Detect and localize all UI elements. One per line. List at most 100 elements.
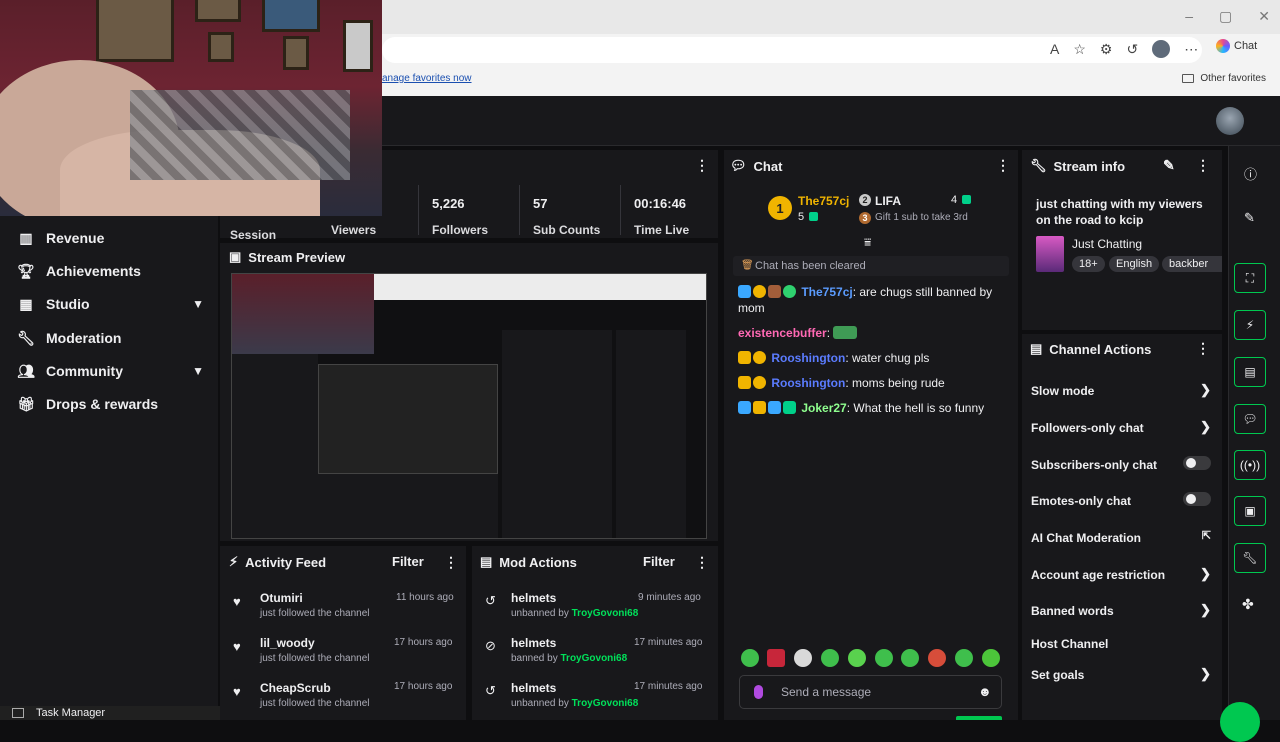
preview-nested <box>318 364 498 474</box>
emote-icon[interactable] <box>875 649 893 667</box>
activity-filter-button[interactable]: Filter <box>392 554 424 569</box>
chat-send-button[interactable] <box>956 716 1002 720</box>
mod-item-name[interactable]: helmets <box>511 681 556 695</box>
banned-words-row[interactable]: Banned words ❯ <box>1031 602 1211 618</box>
emote-icon[interactable] <box>901 649 919 667</box>
bolt-icon[interactable]: ⚡︎ <box>1234 310 1266 340</box>
collapse-icon[interactable]: ⩸ <box>864 235 871 250</box>
chat-input[interactable]: Send a message ☻ <box>739 675 1002 709</box>
stream-info-more-icon[interactable]: ⋮ <box>1196 157 1210 174</box>
activity-item-sub: just followed the channel <box>260 653 370 664</box>
stream-tag[interactable]: 18+ <box>1072 256 1105 272</box>
activity-more-icon[interactable]: ⋮ <box>444 554 458 571</box>
mod-actions-panel <box>472 546 718 720</box>
gift-icon <box>783 401 796 414</box>
mod-more-icon[interactable]: ⋮ <box>695 554 709 571</box>
close-icon[interactable]: ✕ <box>1258 8 1270 25</box>
user-avatar[interactable] <box>1216 107 1244 135</box>
emote-icon[interactable] <box>821 649 839 667</box>
ai-moderation-row[interactable]: AI Chat Moderation ⇱ <box>1031 530 1211 545</box>
set-goals-row[interactable]: Set goals ❯ <box>1031 666 1211 682</box>
emoji-icon[interactable]: ☻ <box>978 684 992 699</box>
sidebar-item-studio[interactable]: ▦ Studio ▼ <box>18 296 204 313</box>
emote-icon[interactable] <box>741 649 759 667</box>
activity-feed-title: ⚡︎ Activity Feed <box>229 554 327 570</box>
emotes-only-toggle[interactable] <box>1183 492 1211 506</box>
host-channel-row[interactable]: Host Channel <box>1031 637 1211 651</box>
emote-icon[interactable] <box>767 649 785 667</box>
chat-message: Rooshington: water chug pls <box>738 350 1008 366</box>
slow-mode-row[interactable]: Slow mode ❯ <box>1031 382 1211 398</box>
more-icon[interactable]: ⋯ <box>1184 41 1198 58</box>
sidebar-item-moderation[interactable]: 🔧︎ Moderation <box>17 329 204 347</box>
stream-preview-video[interactable] <box>231 273 707 539</box>
stream-category[interactable]: Just Chatting <box>1072 237 1142 251</box>
chat-username[interactable]: Joker27 <box>801 401 846 415</box>
chat-bubble-icon[interactable]: 💬︎ <box>1234 404 1266 434</box>
emote-icon[interactable] <box>848 649 866 667</box>
wrench-icon: 🔧︎ <box>17 329 35 346</box>
minimize-icon[interactable]: – <box>1185 8 1193 25</box>
emote-icon[interactable] <box>955 649 973 667</box>
mod-item-name[interactable]: helmets <box>511 636 556 650</box>
sidebar-item-achievements[interactable]: 🏆︎ Achievements <box>17 263 204 280</box>
leaderboard-second-name[interactable]: LIFA <box>875 194 901 208</box>
maximize-icon[interactable]: ▢ <box>1219 8 1232 25</box>
favorite-star-icon[interactable]: ☆ <box>1073 41 1086 58</box>
leaderboard-first-name[interactable]: The757cj <box>798 194 849 208</box>
mod-filter-button[interactable]: Filter <box>643 554 675 569</box>
microphone-icon[interactable] <box>754 685 763 699</box>
sidebar-item-revenue[interactable]: ▥ Revenue <box>18 229 204 247</box>
chat-username[interactable]: existencebuffer <box>738 326 827 340</box>
sidebar-item-drops-rewards[interactable]: 🎁︎ Drops & rewards <box>17 395 204 413</box>
copilot-chat-button[interactable]: Chat <box>1216 39 1257 53</box>
wrench-icon[interactable]: 🔧︎ <box>1234 543 1266 573</box>
chat-username[interactable]: The757cj <box>801 285 852 299</box>
ad-icon[interactable]: ▣ <box>1234 496 1266 526</box>
history-icon[interactable]: ↺ <box>1126 41 1138 58</box>
stream-tag[interactable]: backber <box>1162 256 1222 272</box>
stream-tag[interactable]: English <box>1109 256 1160 272</box>
preview-webcam <box>232 274 374 354</box>
sidebar-item-community[interactable]: 👥︎ Community ▼ <box>17 363 204 380</box>
read-aloud-icon[interactable]: A <box>1050 41 1059 57</box>
followers-only-row[interactable]: Followers-only chat ❯ <box>1031 419 1211 435</box>
chat-message: The757cj: are chugs still banned by mom <box>738 285 993 315</box>
notes-icon[interactable]: ▤ <box>1234 357 1266 387</box>
gift-prompt[interactable]: Gift 1 sub to take 3rd <box>875 212 968 223</box>
extensions-icon[interactable]: ⚙ <box>1100 41 1113 58</box>
chat-more-icon[interactable]: ⋮ <box>996 157 1010 174</box>
channel-actions-more-icon[interactable]: ⋮ <box>1196 340 1210 357</box>
info-icon[interactable]: ⓘ <box>1244 164 1257 183</box>
chat-message: Rooshington: moms being rude <box>738 375 1008 391</box>
stat-divider <box>418 185 419 235</box>
edit-pencil-icon[interactable]: ✎ <box>1244 210 1255 226</box>
clip-icon[interactable]: ⛶ <box>1234 263 1266 293</box>
chat-username[interactable]: Rooshington <box>771 351 845 365</box>
manage-favorites-link[interactable]: anage favorites now <box>382 73 472 84</box>
gift-icon: 🎁︎ <box>17 395 35 412</box>
broadcast-icon[interactable]: ((•)) <box>1234 450 1266 480</box>
account-age-row[interactable]: Account age restriction ❯ <box>1031 566 1211 582</box>
wall-frame <box>96 0 174 62</box>
activity-item-name[interactable]: CheapScrub <box>260 681 331 695</box>
activity-item-name[interactable]: lil_woody <box>260 636 315 650</box>
stats-more-icon[interactable]: ⋮ <box>695 157 709 174</box>
preview-browser-bar <box>374 274 706 300</box>
extensions-icon[interactable]: ✤ <box>1242 596 1254 613</box>
activity-item-name[interactable]: Otumiri <box>260 591 303 605</box>
help-fab[interactable] <box>1220 702 1260 742</box>
subscribers-only-toggle[interactable] <box>1183 456 1211 470</box>
edit-pencil-icon[interactable]: ✎ <box>1163 157 1175 174</box>
category-boxart[interactable] <box>1036 236 1064 272</box>
profile-icon[interactable] <box>1152 40 1171 58</box>
mod-item-name[interactable]: helmets <box>511 591 556 605</box>
emote-icon[interactable] <box>928 649 946 667</box>
preview-feeds <box>318 474 498 538</box>
taskbar-task-manager[interactable]: Task Manager <box>0 706 220 720</box>
bar-chart-icon: ▥ <box>19 229 33 246</box>
emote-icon[interactable] <box>982 649 1000 667</box>
chat-username[interactable]: Rooshington <box>771 376 845 390</box>
emote-icon[interactable] <box>794 649 812 667</box>
other-favorites[interactable]: Other favorites <box>1182 73 1266 84</box>
